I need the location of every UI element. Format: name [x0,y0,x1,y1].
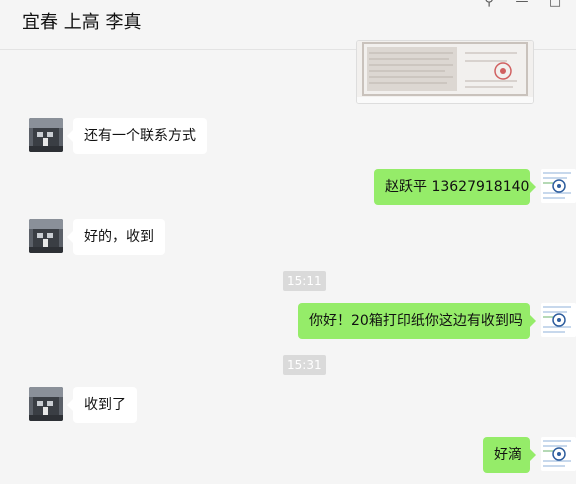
certificate-image [357,41,533,103]
timestamp: 15:31 [283,355,326,375]
message-bubble-outgoing[interactable]: 赵跃平 13627918140 [374,169,536,205]
my-avatar[interactable] [541,437,576,471]
image-message[interactable] [356,40,534,104]
message-bubble-outgoing[interactable]: 你好！20箱打印纸你这边有收到吗 [298,303,536,339]
contact-avatar-image [29,219,63,253]
contact-avatar[interactable] [29,118,63,152]
my-avatar[interactable] [541,303,576,337]
chat-title: 宜春 上高 李真 [22,12,142,33]
message-bubble-outgoing[interactable]: 好滴 [483,437,536,473]
my-avatar-image [541,169,576,203]
contact-avatar[interactable] [29,387,63,421]
message-bubble-incoming[interactable]: 还有一个联系方式 [67,118,207,154]
pin-icon[interactable]: ⚲ [482,0,496,9]
my-avatar-image [541,437,576,471]
contact-avatar[interactable] [29,219,63,253]
maximize-icon[interactable]: □ [548,0,562,9]
message-bubble-incoming[interactable]: 收到了 [67,387,137,423]
minimize-icon[interactable]: — [515,0,529,9]
message-bubble-incoming[interactable]: 好的，收到 [67,219,165,255]
timestamp: 15:11 [283,271,326,291]
contact-avatar-image [29,118,63,152]
my-avatar-image [541,303,576,337]
my-avatar[interactable] [541,169,576,203]
contact-avatar-image [29,387,63,421]
